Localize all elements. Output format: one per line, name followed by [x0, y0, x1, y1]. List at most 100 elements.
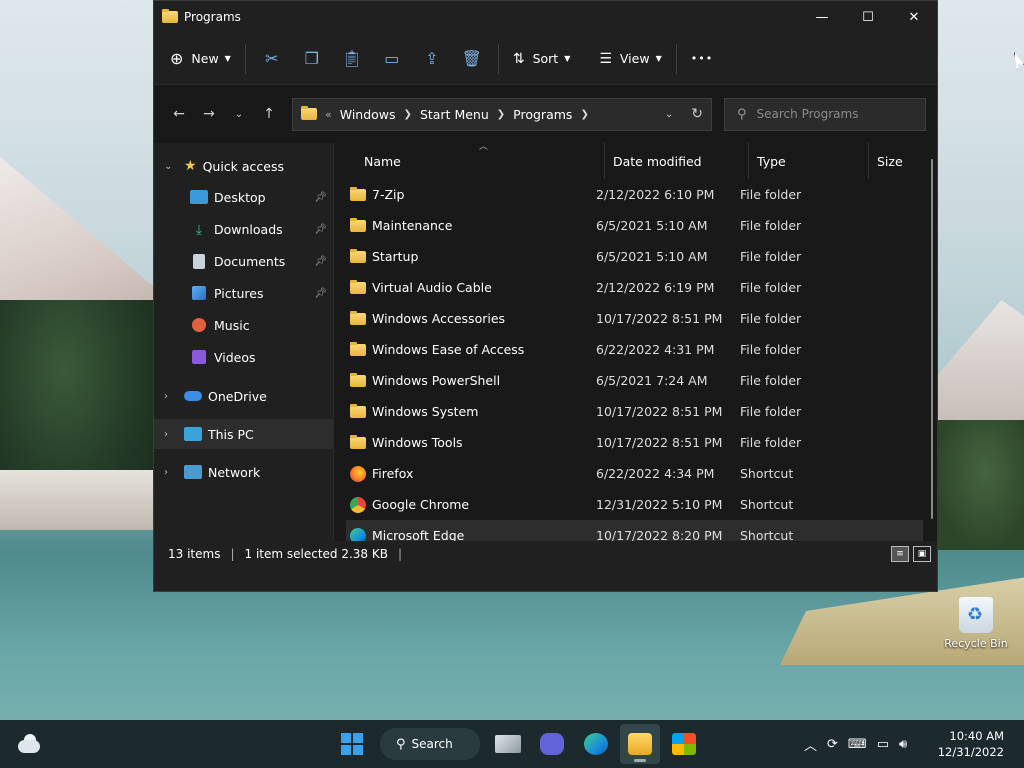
file-row[interactable]: Virtual Audio Cable 2/12/2022 6:19 PM File…: [334, 272, 937, 303]
share-button[interactable]: ⇪: [412, 41, 452, 77]
file-date: 12/31/2022 5:10 PM: [596, 497, 723, 512]
edge-taskbar-button[interactable]: [576, 724, 616, 764]
nav-item-videos[interactable]: Videos: [154, 341, 333, 373]
chevron-down-icon[interactable]: ⌄: [164, 161, 184, 172]
nav-item-documents[interactable]: Documents 📌︎: [154, 245, 333, 277]
network-status-icon[interactable]: ▭: [877, 737, 889, 752]
search-input[interactable]: [756, 107, 907, 121]
chevron-right-icon[interactable]: ›: [164, 391, 184, 402]
keyboard-icon[interactable]: ⌨: [848, 737, 867, 752]
volume-icon[interactable]: 🔊︎: [899, 737, 907, 752]
chevron-right-icon[interactable]: ❯: [580, 109, 588, 120]
file-row[interactable]: Windows Accessories 10/17/2022 8:51 PM Fil…: [334, 303, 937, 334]
wallpaper-shore-left: [0, 470, 160, 530]
chevron-up-icon[interactable]: ︿: [804, 735, 817, 754]
minimize-button[interactable]: —: [799, 1, 845, 33]
sort-button[interactable]: ⇅ Sort ▼: [505, 41, 579, 77]
status-bar: 13 items | 1 item selected 2.38 KB | ≡ ▣: [154, 541, 937, 567]
nav-item-downloads[interactable]: ⤓ Downloads 📌︎: [154, 213, 333, 245]
details-view-icon[interactable]: ≡: [891, 546, 909, 562]
address-dropdown-icon[interactable]: ⌄: [665, 109, 673, 120]
chevron-right-icon[interactable]: ›: [164, 467, 184, 478]
refresh-icon[interactable]: ↻: [691, 106, 703, 122]
folder-icon: [350, 217, 366, 232]
file-row[interactable]: Startup 6/5/2021 5:10 AM File folder: [334, 241, 937, 272]
chat-button[interactable]: [532, 724, 572, 764]
clock[interactable]: 10:40 AM 12/31/2022: [938, 728, 1004, 760]
column-date-modified[interactable]: Date modified: [605, 143, 749, 179]
more-options-button[interactable]: •••: [683, 41, 721, 77]
paste-button[interactable]: 📋︎: [332, 41, 372, 77]
title-bar[interactable]: Programs — ☐ ✕: [154, 1, 937, 33]
recent-locations-button[interactable]: ⌄: [224, 99, 254, 129]
tiles-view-icon[interactable]: ▣: [913, 546, 931, 562]
nav-label: OneDrive: [208, 388, 267, 404]
nav-network[interactable]: › Network: [154, 457, 333, 487]
breadcrumb-item[interactable]: Start Menu ❯: [420, 107, 513, 122]
pin-icon[interactable]: 📌︎: [314, 224, 327, 235]
chevron-down-icon: ▼: [224, 54, 231, 63]
status-divider: |: [230, 547, 235, 561]
new-button[interactable]: ⊕ New ▼: [162, 41, 239, 77]
chevron-right-icon[interactable]: ›: [164, 429, 184, 440]
up-button[interactable]: ↑: [254, 99, 284, 129]
sync-icon[interactable]: ⟳: [827, 737, 838, 752]
chevron-down-icon: ▼: [564, 54, 571, 63]
file-date: 10/17/2022 8:51 PM: [596, 311, 723, 326]
nav-label: Network: [208, 464, 261, 480]
start-button[interactable]: [332, 724, 372, 764]
address-bar[interactable]: « Windows ❯ Start Menu ❯ Programs ❯ ⌄ ↻: [292, 97, 712, 131]
breadcrumb-item[interactable]: Programs ❯: [513, 107, 597, 122]
column-name[interactable]: Name: [334, 143, 605, 179]
weather-widget-icon[interactable]: [16, 732, 42, 756]
nav-item-desktop[interactable]: Desktop 📌︎: [154, 181, 333, 213]
nav-quick-access[interactable]: ⌄ ★ Quick access: [154, 151, 333, 181]
column-size[interactable]: Size: [869, 143, 929, 179]
delete-button[interactable]: 🗑︎: [452, 41, 492, 77]
forward-button[interactable]: →: [194, 99, 224, 129]
search-box[interactable]: ⚲: [724, 97, 926, 131]
pin-icon[interactable]: 📌︎: [314, 256, 327, 267]
file-explorer-icon: [628, 733, 652, 755]
taskbar-search-button[interactable]: ⚲ Search: [380, 728, 480, 760]
close-button[interactable]: ✕: [891, 1, 937, 33]
nav-this-pc[interactable]: › This PC: [154, 419, 333, 449]
nav-item-pictures[interactable]: Pictures 📌︎: [154, 277, 333, 309]
copy-button[interactable]: ❐: [292, 41, 332, 77]
column-type[interactable]: Type: [749, 143, 869, 179]
file-name: Virtual Audio Cable: [372, 280, 492, 295]
file-type: Shortcut: [740, 466, 794, 481]
file-row[interactable]: 7-Zip 2/12/2022 6:10 PM File folder: [334, 179, 937, 210]
cut-button[interactable]: ✂: [252, 41, 292, 77]
file-row[interactable]: Windows Tools 10/17/2022 8:51 PM File fold…: [334, 427, 937, 458]
item-count: 13 items: [168, 547, 221, 561]
chevron-right-icon[interactable]: ❯: [497, 109, 505, 120]
toolbar-separator: [675, 43, 677, 74]
file-row[interactable]: Maintenance 6/5/2021 5:10 AM File folder: [334, 210, 937, 241]
store-taskbar-button[interactable]: [664, 724, 704, 764]
pin-icon[interactable]: 📌︎: [314, 288, 327, 299]
file-name: Google Chrome: [372, 497, 470, 512]
vertical-scrollbar[interactable]: [931, 159, 933, 519]
rename-button[interactable]: ▭: [372, 41, 412, 77]
file-explorer-taskbar-button[interactable]: [620, 724, 660, 764]
file-row[interactable]: Windows System 10/17/2022 8:51 PM File fol…: [334, 396, 937, 427]
file-type: Shortcut: [740, 497, 794, 512]
recycle-bin-shortcut[interactable]: Recycle Bin: [944, 597, 1008, 650]
maximize-button[interactable]: ☐: [845, 1, 891, 33]
file-row[interactable]: Windows PowerShell 6/5/2021 7:24 AM File f…: [334, 365, 937, 396]
nav-item-music[interactable]: Music: [154, 309, 333, 341]
pin-icon[interactable]: 📌︎: [314, 192, 327, 203]
task-view-button[interactable]: [488, 724, 528, 764]
breadcrumb-item[interactable]: Windows ❯: [340, 107, 420, 122]
breadcrumb-overflow[interactable]: «: [325, 108, 332, 121]
music-icon: [192, 318, 206, 332]
nav-onedrive[interactable]: › OneDrive: [154, 381, 333, 411]
chevron-right-icon[interactable]: ❯: [404, 109, 412, 120]
edge-icon: [584, 733, 608, 755]
back-button[interactable]: ←: [164, 99, 194, 129]
file-row[interactable]: Firefox 6/22/2022 4:34 PM Shortcut: [334, 458, 937, 489]
file-row[interactable]: Windows Ease of Access 6/22/2022 4:31 PM F…: [334, 334, 937, 365]
file-row[interactable]: Google Chrome 12/31/2022 5:10 PM Shortcut: [334, 489, 937, 520]
view-button[interactable]: ☰ View ▼: [591, 41, 669, 77]
